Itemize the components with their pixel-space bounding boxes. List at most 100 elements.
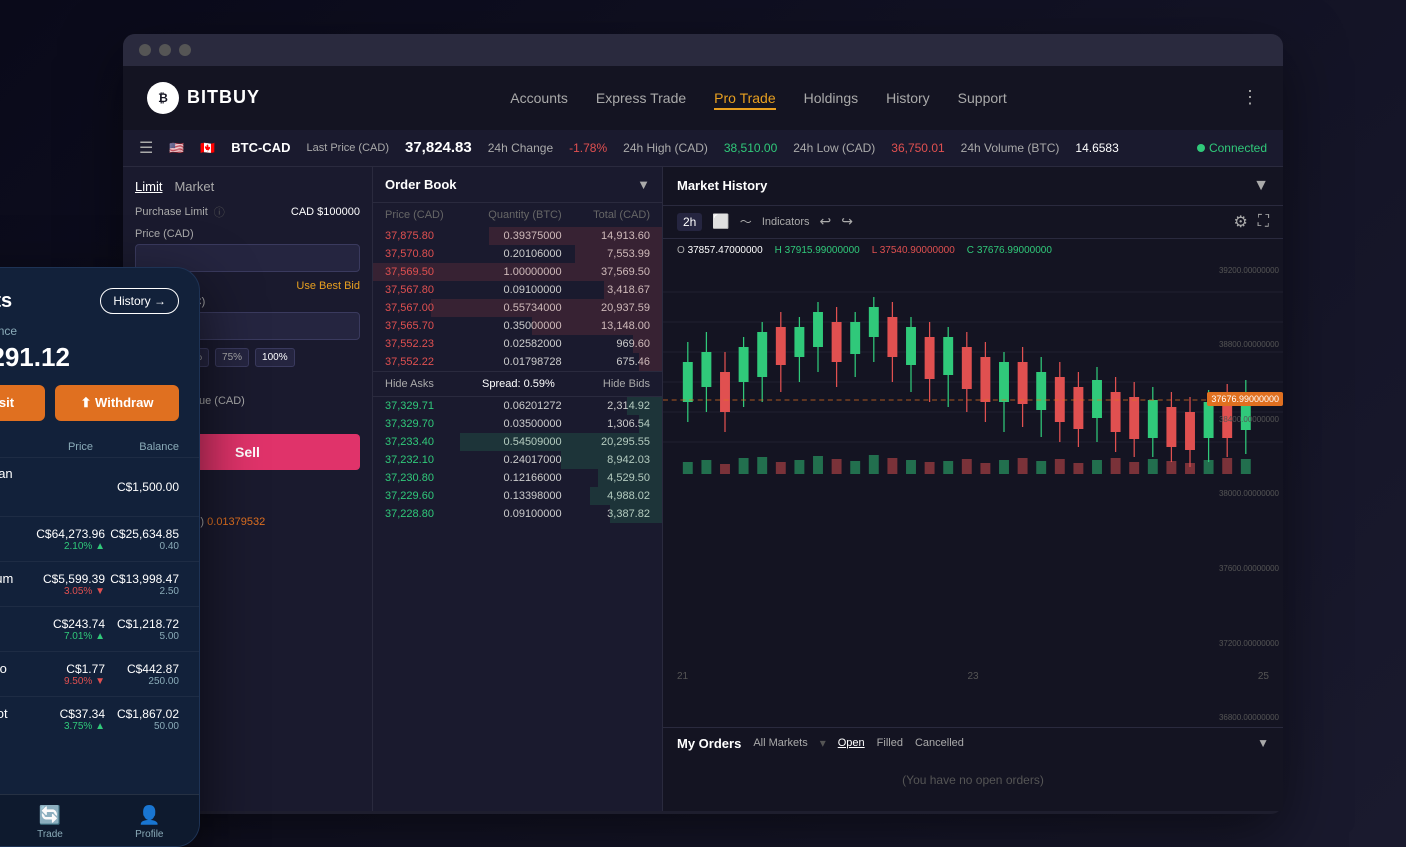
bid-row[interactable]: 37,230.80 0.12166000 4,529.50 [373,469,662,487]
undo-icon[interactable]: ↩ [820,213,832,230]
nav-express-trade[interactable]: Express Trade [596,86,686,110]
asset-row[interactable]: $ Canadian Dollars CAD C$1,500.00 [0,457,199,516]
asset-info: Bitcoin BTC [0,526,31,553]
ask-row[interactable]: 37,569.50 1.00000000 37,569.50 [373,263,662,281]
order-book-col-headers: Price (CAD) Quantity (BTC) Total (CAD) [373,203,662,227]
filled-tab[interactable]: Filled [877,737,903,749]
spread-row: Hide Asks Spread: 0.59% Hide Bids [373,371,662,397]
volume-val-1: 0.01379532 [207,516,265,528]
nav-accounts[interactable]: Accounts [510,86,568,110]
ask-row[interactable]: 37,552.22 0.01798728 675.46 [373,353,662,371]
hide-bids-btn[interactable]: Hide Bids [603,378,650,390]
cancelled-tab[interactable]: Cancelled [915,737,964,749]
col-total-header: Total (CAD) [562,209,650,221]
asset-change: 2.10% ▲ [31,541,105,552]
browser-chrome [123,34,1283,66]
nav-holdings[interactable]: Holdings [804,86,858,110]
asset-price-val: C$243.74 [31,617,105,631]
time-2h[interactable]: 2h [677,213,702,231]
settings-icon[interactable]: ⚙ [1233,212,1247,232]
asset-row[interactable]: Ξ Ethereum ETH C$5,599.39 3.05% ▼ C$13,9… [0,561,199,606]
asset-balance-val: C$13,998.47 [105,572,179,586]
asset-ticker: ETH [0,586,31,598]
browser-window: ₿ BITBUY Accounts Express Trade Pro Trad… [123,34,1283,814]
my-orders-dropdown-icon[interactable]: ▼ [1257,736,1269,750]
asset-name: Polkadot [0,706,31,721]
nav-trade-mobile[interactable]: 🔄 Trade [0,805,99,840]
logo-text: BITBUY [187,87,260,108]
ask-row[interactable]: 37,565.70 0.35000000 13,148.00 [373,317,662,335]
asset-row[interactable]: ₳ Cardano ADA C$1.77 9.50% ▼ C$442.87 25… [0,651,199,696]
ticker-pair[interactable]: BTC-CAD [231,140,290,155]
hamburger-icon[interactable]: ☰ [139,138,153,158]
asset-balance-qty: 50.00 [105,721,179,732]
nav-history[interactable]: History [886,86,930,110]
bid-row[interactable]: 37,233.40 0.54509000 20,295.55 [373,433,662,451]
browser-dot-3 [179,44,191,56]
market-history-dropdown-icon[interactable]: ▼ [1253,177,1269,195]
ask-row[interactable]: 37,567.00 0.55734000 20,937.59 [373,299,662,317]
col-price-header: Price (CAD) [385,209,473,221]
asset-price-col: C$64,273.96 2.10% ▲ [31,527,105,552]
bid-row[interactable]: 37,329.71 0.06201272 2,314.92 [373,397,662,415]
asset-balance-col: C$1,500.00 [105,480,179,494]
limit-tab[interactable]: Limit [135,179,162,194]
asset-row[interactable]: ◎ Solana SOL C$243.74 7.01% ▲ C$1,218.72… [0,606,199,651]
info-icon: ⓘ [214,204,225,220]
hide-asks-btn[interactable]: Hide Asks [385,378,434,390]
asset-row[interactable]: ₿ Bitcoin BTC C$64,273.96 2.10% ▲ C$25,6… [0,516,199,561]
profile-icon: 👤 [138,805,160,826]
connected-badge: Connected [1197,141,1267,155]
asset-col-header: Asset [0,441,7,453]
wave-icon: 〜 [740,213,752,230]
candle-icon: ⬜ [712,213,729,230]
profile-nav-label: Profile [135,829,163,840]
asset-balance-val: C$1,867.02 [105,707,179,721]
fullscreen-icon[interactable]: ⛶ [1258,213,1269,231]
asset-ticker: SOL [0,631,31,643]
indicators-btn[interactable]: Indicators [762,216,810,228]
asset-change: 7.01% ▲ [31,631,105,642]
asset-balance-col: C$13,998.47 2.50 [105,572,179,597]
all-markets-label[interactable]: All Markets [753,737,807,749]
asset-price-val: C$1.77 [31,662,105,676]
ask-row[interactable]: 37,567.80 0.09100000 3,418.67 [373,281,662,299]
mobile-overlay: Accounts History → Total Est. Balance C$… [0,267,200,847]
order-book-dropdown-icon[interactable]: ▼ [637,177,650,192]
market-history-title: Market History [677,178,767,193]
bid-row[interactable]: 37,232.10 0.24017000 8,942.03 [373,451,662,469]
deposit-button[interactable]: ⬇ Deposit [0,385,45,421]
logo-icon: ₿ [147,82,179,114]
bid-rows: 37,329.71 0.06201272 2,314.92 37,329.70 … [373,397,662,523]
bid-row[interactable]: 37,329.70 0.03500000 1,306.54 [373,415,662,433]
asset-name: Cardano [0,661,31,676]
nav-more-icon[interactable]: ⋮ [1241,87,1259,108]
price-col-header: Price [7,441,93,453]
bid-row[interactable]: 37,228.80 0.09100000 3,387.82 [373,505,662,523]
asset-row[interactable]: ● Polkadot DOT C$37.34 3.75% ▲ C$1,867.0… [0,696,199,741]
redo-icon[interactable]: ↪ [841,213,853,230]
nav-profile-mobile[interactable]: 👤 Profile [100,805,199,840]
mobile-history-button[interactable]: History → [100,288,179,314]
ohlc-c: C 37676.99000000 [967,245,1052,256]
withdraw-button[interactable]: ⬆ Withdraw [55,385,179,421]
ask-row[interactable]: 37,552.23 0.02582000 969.60 [373,335,662,353]
asset-price-val: C$5,599.39 [31,572,105,586]
asset-ticker: BTC [0,541,31,553]
asset-ticker: ADA [0,676,31,688]
pct-100[interactable]: 100% [255,348,295,367]
nav-support[interactable]: Support [958,86,1007,110]
ask-row[interactable]: 37,570.80 0.20106000 7,553.99 [373,245,662,263]
my-orders-title: My Orders [677,736,741,751]
open-tab[interactable]: Open [838,737,865,749]
asset-price-col: C$5,599.39 3.05% ▼ [31,572,105,597]
price-cad-label: Price (CAD) [135,228,360,240]
asset-balance-qty: 2.50 [105,586,179,597]
market-tab[interactable]: Market [174,179,214,194]
pct-75[interactable]: 75% [215,348,249,367]
ask-row[interactable]: 37,875.80 0.39375000 14,913.60 [373,227,662,245]
nav-pro-trade[interactable]: Pro Trade [714,86,775,110]
bid-row[interactable]: 37,229.60 0.13398000 4,988.02 [373,487,662,505]
my-orders-section: My Orders All Markets ▾ Open Filled Canc… [663,727,1283,811]
price-scale: 39200.00000000 38800.00000000 38400.0000… [1193,262,1283,727]
